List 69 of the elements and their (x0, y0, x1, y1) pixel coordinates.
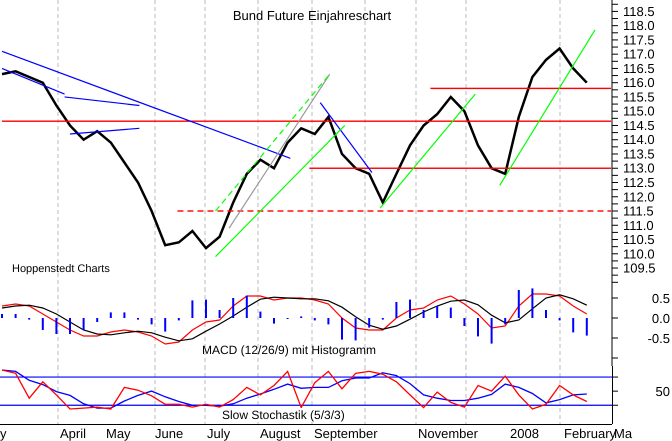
histogram-bar (96, 318, 98, 322)
chart-credit: Hoppenstedt Charts (12, 263, 110, 275)
axis-label: 115.0 (623, 104, 655, 119)
histogram-bar (259, 312, 262, 318)
month-label: November (418, 426, 478, 441)
histogram-bar (327, 318, 330, 324)
histogram-bar (150, 318, 153, 324)
axis-label: 113.0 (623, 160, 655, 176)
axis-label: 0.0 (652, 311, 670, 326)
histogram-bar (110, 312, 112, 318)
axis-label: 117.5 (623, 32, 655, 48)
axis-label: 118.0 (623, 18, 655, 34)
axis-label: 112.5 (623, 175, 655, 190)
histogram-bar (42, 318, 44, 330)
month-label: April (60, 426, 86, 441)
axis-label: 117.0 (623, 46, 655, 62)
histogram-bar (531, 288, 534, 318)
axis-label: 118.5 (623, 4, 655, 19)
axis-label: 110.5 (623, 232, 655, 248)
chart-title: Slow Stochastik (5/3/3) (220, 408, 347, 422)
histogram-bar (191, 300, 194, 318)
histogram-bar (490, 318, 493, 344)
axis-label: 50 (656, 384, 670, 400)
month-label: September (314, 426, 378, 441)
axis-label: 109.5 (623, 260, 656, 276)
histogram-bar (395, 302, 398, 318)
histogram-bar (246, 296, 248, 318)
axis-label: 116.5 (623, 60, 655, 76)
histogram-bar (422, 310, 425, 318)
histogram-bar (123, 312, 126, 318)
histogram-bar (354, 318, 357, 340)
histogram-bar (436, 306, 438, 318)
histogram-bar (450, 308, 452, 318)
axis-label: 111.0 (623, 218, 654, 233)
histogram-bar (586, 318, 588, 336)
month-label: February (564, 426, 616, 441)
month-label: y (0, 426, 6, 441)
chart-title: MACD (12/26/9) mit Histogramm (202, 343, 376, 357)
histogram-bar (504, 318, 506, 324)
histogram-bar (368, 318, 370, 328)
axis-label: -0.5 (648, 331, 670, 346)
histogram-bar (164, 318, 166, 332)
axis-label: 116.0 (623, 75, 655, 90)
axis-label: 110.0 (623, 246, 655, 262)
histogram-bar (463, 318, 466, 326)
axis-label: 112.0 (623, 189, 655, 204)
axis-label: 0.5 (652, 291, 670, 306)
histogram-bar (82, 318, 85, 330)
month-label: August (260, 426, 300, 441)
histogram-bar (14, 314, 17, 318)
chart-title: Bund Future Einjahreschart (232, 8, 392, 23)
month-label: June (155, 426, 184, 441)
month-label: July (207, 426, 230, 441)
axis-label: 113.5 (623, 146, 655, 162)
histogram-bar (232, 298, 234, 318)
axis-label: 111.5 (623, 204, 654, 218)
month-label: 2008 (510, 426, 539, 441)
axis-label: 115.5 (623, 89, 655, 104)
histogram-bar (314, 318, 316, 320)
histogram-bar (178, 318, 180, 320)
histogram-bar (218, 310, 221, 318)
axis-label: 114.5 (623, 118, 655, 133)
histogram-bar (55, 318, 58, 334)
month-label: May (106, 426, 131, 441)
month-label: Ma (614, 426, 632, 441)
axis-label: 114.0 (623, 132, 655, 148)
histogram-bar (572, 318, 574, 332)
histogram-bar (518, 290, 520, 318)
histogram-bar (558, 318, 561, 320)
